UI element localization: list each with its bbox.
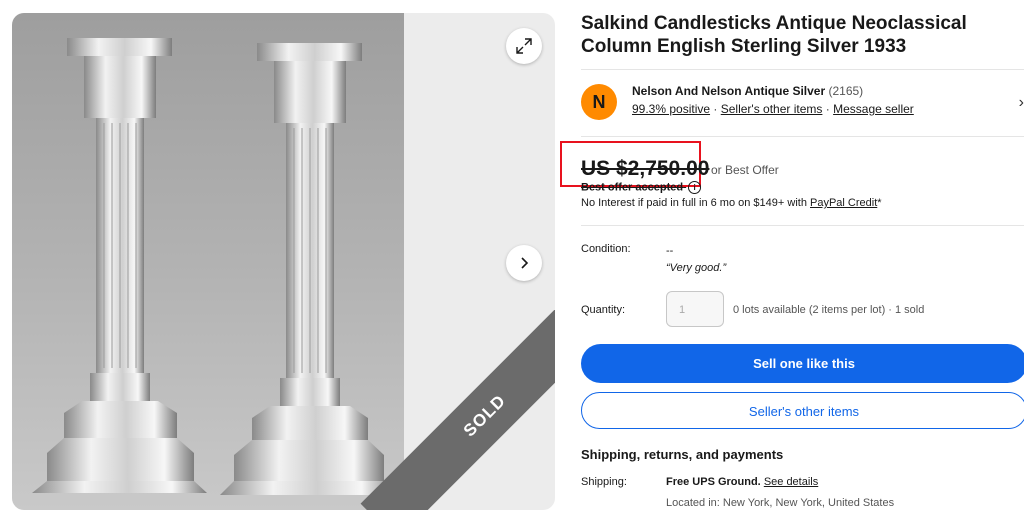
separator: ·	[713, 102, 718, 116]
shipping-method-text: Free UPS Ground.	[666, 476, 761, 488]
listing-title: Salkind Candlesticks Antique Neoclassica…	[581, 13, 967, 57]
paypal-credit-link[interactable]: PayPal Credit	[810, 197, 877, 209]
seller-avatar[interactable]: N	[581, 84, 617, 120]
seller-name-line: Nelson And Nelson Antique Silver (2165)	[632, 84, 863, 98]
quantity-label: Quantity:	[581, 304, 626, 316]
quantity-availability: 0 lots available (2 items per lot) · 1 s…	[733, 304, 925, 316]
chevron-right-icon[interactable]: ›	[1019, 94, 1024, 112]
financing-info: No Interest if paid in full in 6 mo on $…	[581, 197, 1024, 226]
offer-accepted-label: Best offer accepted i	[581, 181, 702, 194]
best-offer-label: or Best Offer	[711, 163, 779, 177]
sold-badge: SOLD	[459, 390, 510, 441]
condition-label: Condition:	[581, 243, 631, 255]
condition-note: “Very good.”	[666, 262, 727, 274]
image-gallery: SOLD	[12, 13, 555, 510]
condition-value: -- “Very good.”	[666, 243, 726, 277]
seller-card[interactable]: N Nelson And Nelson Antique Silver (2165…	[581, 69, 1024, 137]
offer-accepted-text: Best offer accepted	[581, 181, 684, 194]
seller-feedback-count: (2165)	[828, 84, 864, 98]
next-image-button[interactable]	[506, 245, 542, 281]
condition-row: Condition: -- “Very good.”	[581, 226, 1024, 286]
shipping-heading: Shipping, returns, and payments	[581, 447, 784, 462]
shipping-method: Free UPS Ground. See details	[666, 476, 818, 488]
see-details-link[interactable]: See details	[764, 476, 818, 488]
product-photo[interactable]	[12, 13, 404, 510]
item-location: Located in: New York, New York, United S…	[666, 497, 895, 509]
expand-icon	[516, 38, 532, 54]
quantity-row: Quantity: 1 0 lots available (2 items pe…	[581, 290, 1024, 334]
sellers-other-items-button[interactable]: Seller's other items	[581, 392, 1024, 429]
chevron-right-icon	[521, 257, 529, 269]
shipping-row: Shipping: Free UPS Ground. See details L…	[581, 476, 1024, 520]
candlesticks-image	[32, 38, 397, 495]
message-seller-link[interactable]: Message seller	[833, 102, 914, 116]
seller-other-items-link[interactable]: Seller's other items	[721, 102, 823, 116]
item-details-panel: Salkind Candlesticks Antique Neoclassica…	[560, 12, 1024, 520]
seller-name[interactable]: Nelson And Nelson Antique Silver	[632, 84, 825, 98]
quantity-input[interactable]: 1	[666, 291, 724, 327]
info-icon[interactable]: i	[688, 181, 702, 194]
seller-links: 99.3% positive · Seller's other items · …	[632, 102, 914, 116]
price-section: US $2,750.00 or Best Offer Best offer ac…	[560, 141, 1024, 194]
sell-one-like-this-button[interactable]: Sell one like this	[581, 344, 1024, 383]
expand-image-button[interactable]	[506, 28, 542, 64]
separator: ·	[825, 102, 830, 116]
shipping-label: Shipping:	[581, 476, 627, 488]
financing-suffix: *	[877, 197, 882, 209]
financing-text: No Interest if paid in full in 6 mo on $…	[581, 197, 807, 209]
seller-positive-link[interactable]: 99.3% positive	[632, 102, 710, 116]
sold-ribbon: SOLD	[355, 310, 555, 510]
item-price: US $2,750.00	[581, 157, 710, 180]
condition-text: --	[666, 245, 674, 257]
